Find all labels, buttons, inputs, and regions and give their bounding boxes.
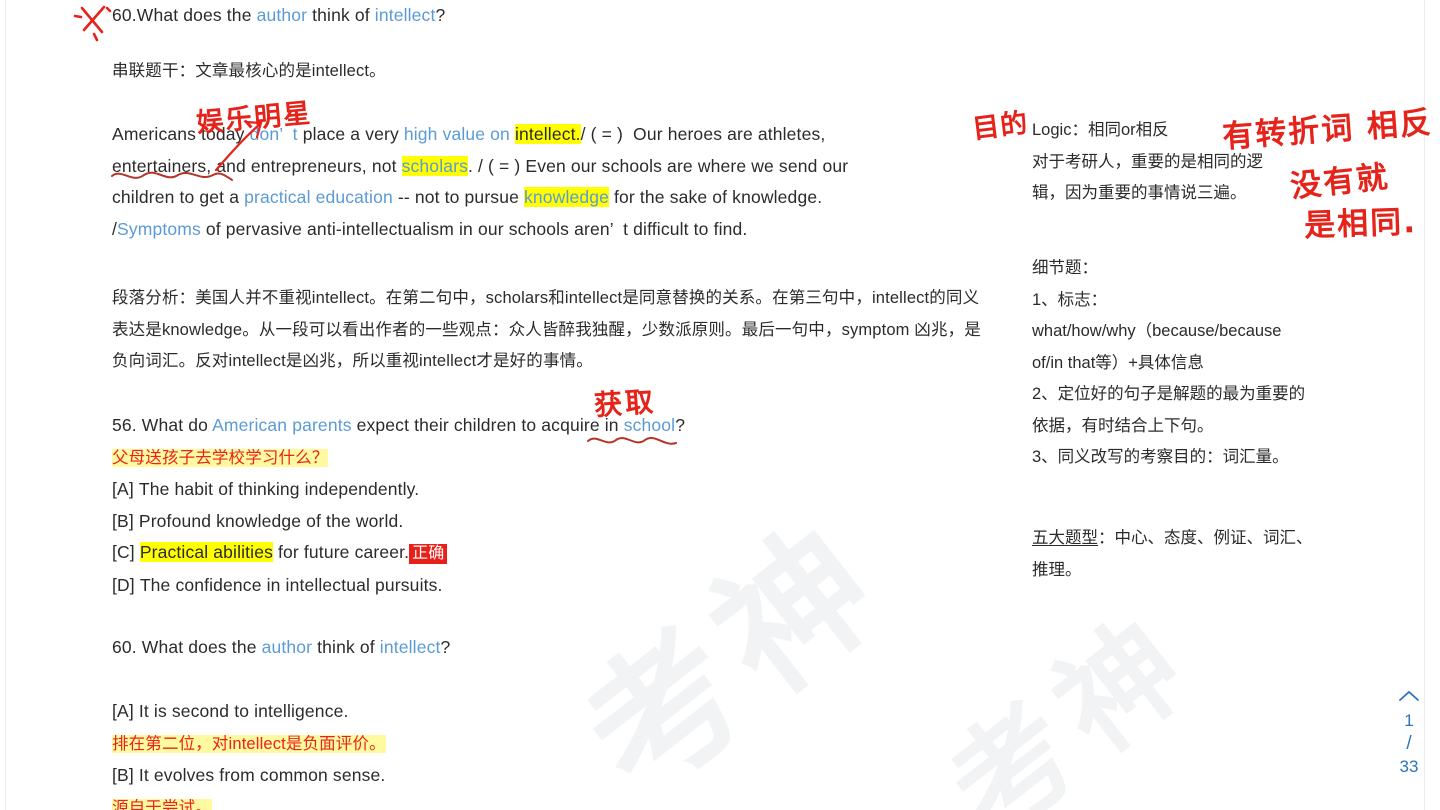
q56-opt-d-label: [D] [112,574,135,595]
passage-l4-symptoms: Symptoms [117,218,201,239]
q56-opt-b-label: [B] [112,510,134,531]
notes-question-types-block: 五大题型：中心、态度、例证、词汇、 推理。 [1032,523,1392,586]
question-60: 60. What does the author think of intell… [112,632,942,664]
q56-stem-b: expect their children to acquire in [351,415,624,435]
notes-types-line1: ：中心、态度、例证、词汇、 [1098,529,1313,547]
passage-l1-dont: don’ t [249,124,298,144]
passage-l3-b: -- not to pursue [392,187,524,207]
passage-l2-a: entertainers, and entrepreneurs, not [112,155,402,176]
q56-opt-c-label: [C] [112,542,135,562]
paragraph-analysis-cn: 段落分析：美国人并不重视intellect。在第二句中，scholars和int… [112,289,981,370]
notes-logic-block: Logic：相同or相反 对于考研人，重要的是相同的逻 辑，因为重要的事情说三遍… [1032,115,1377,210]
passage-l1-c: / ( = ) Our heroes are athletes, [580,124,826,144]
passage-paragraph: Americans today don’ t place a very high… [112,119,962,245]
notes-detail-item1-line2: of/in that等）+具体信息 [1032,353,1204,372]
passage-l3-a: children to get a [112,187,245,207]
q56-opt-c-text: for future career. [273,542,410,562]
total-page-count: 33 [1399,757,1419,776]
document-page: 考神 考神 60.What does the author think of i… [0,0,1440,810]
q56-keyword-american-parents: American parents [212,415,352,435]
handwriting-purpose: 目的 [970,107,1031,146]
q56-opt-c-highlight: Practical abilities [139,542,274,562]
notes-logic-line1: ：相同or相反 [1071,121,1169,139]
q-head-keyword-intellect: intellect [374,5,436,25]
question-56: 56. What do American parents expect thei… [112,410,942,601]
q60-opt-b-note: 源自于尝试。 [112,798,212,810]
intro-note-cn: 串联题干：文章最核心的是intellect。 [112,62,386,80]
page-separator: / [1406,733,1412,754]
notes-detail-item1: 1、标志： [1032,290,1108,309]
q56-translation: 父母送孩子去学校学习什么？ [112,448,329,467]
notes-detail-item1-line1: what/how/why（because/because [1032,322,1282,340]
q56-opt-a-text: The habit of thinking independently. [138,479,420,499]
passage-l2-b: . / ( = ) Even our schools are where we … [468,155,849,176]
chevron-up-icon[interactable] [1388,686,1430,708]
passage-l4-b: of pervasive anti-intellectualism in our… [200,218,748,239]
q60-stem-b: think of [312,637,380,657]
q-head-prefix: 60.What does the [112,5,257,25]
notes-types-line2: 推理。 [1032,560,1082,579]
passage-l1-a: Americans today [112,124,250,144]
q56-stem-a: 56. What do [112,415,213,435]
q56-opt-a-label: [A] [112,479,134,499]
q-head-mid: think of [307,5,375,25]
passage-l1-b: place a very [297,124,404,144]
status-badge-correct: 正确 [409,544,448,564]
notes-logic-line3: 辑，因为重要的事情说三遍。 [1032,184,1247,202]
passage-l1-intellect-highlight: intellect. [514,124,581,144]
q-head-keyword-author: author [256,5,308,25]
q56-opt-d-text: The confidence in intellectual pursuits. [139,574,443,595]
notes-detail-heading: 细节题： [1032,259,1098,277]
notes-detail-item2-line2: 依据，有时结合上下句。 [1032,416,1214,435]
q56-keyword-school: school [623,415,676,435]
passage-l3-c: for the sake of knowledge. [609,187,823,207]
q60-keyword-author: author [261,637,313,657]
passage-l1-high-value: high value on [403,124,515,144]
notes-types-label: 五大题型 [1032,529,1098,547]
q60-stem-a: 60. What does the [112,637,262,657]
notes-detail-block: 细节题： 1、标志： what/how/why（because/because … [1032,253,1392,474]
q56-stem-c: ? [675,415,686,435]
page-left-border [5,0,6,810]
page-navigator[interactable]: 1 / 33 [1388,686,1430,780]
passage-l2-scholars-highlight: scholars [401,155,468,176]
watermark-text-secondary: 考神 [925,589,1220,810]
handwriting-mark-x [73,2,114,42]
q60-opt-a-text: It is second to intelligence. [138,701,349,721]
page-title: 60.What does the author think of intelle… [112,0,942,32]
notes-detail-item2-line1: 2、定位好的句子是解题的最为重要的 [1032,385,1306,403]
passage-l3-knowledge-highlight: knowledge [523,187,610,207]
q60-keyword-intellect: intellect [379,637,441,657]
question-60-options: [A] It is second to intelligence. 排在第二位，… [112,696,942,810]
q60-opt-b-label: [B] [112,765,134,785]
current-page-number: 1 [1404,711,1414,730]
q56-opt-b-text: Profound knowledge of the world. [138,510,404,531]
q-head-suffix: ? [435,5,446,25]
notes-logic-line2: 对于考研人，重要的是相同的逻 [1032,152,1263,171]
notes-detail-item3: 3、同义改写的考察目的：词汇量。 [1032,448,1289,466]
q60-opt-a-label: [A] [112,701,134,721]
q60-opt-a-note: 排在第二位，对intellect是负面评价。 [112,734,386,753]
q60-stem-c: ? [440,637,451,657]
passage-l3-practical-education: practical education [244,187,393,207]
q60-opt-b-text: It evolves from common sense. [138,765,386,785]
notes-logic-label: Logic [1032,121,1072,139]
